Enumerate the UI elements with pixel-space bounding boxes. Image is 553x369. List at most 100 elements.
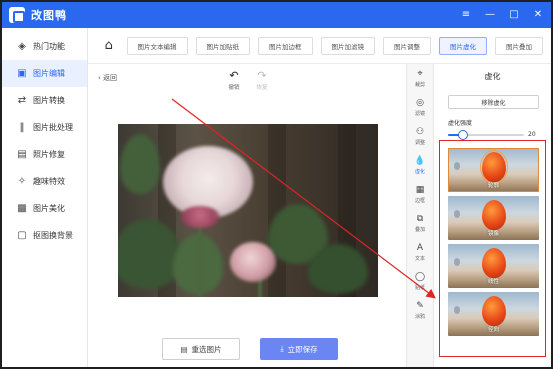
tool-adjust[interactable]: ⚇ 调整 (407, 122, 433, 151)
sidebar-item-convert[interactable]: ⇄ 图片转换 (2, 87, 87, 114)
doodle-icon: ✎ (416, 301, 424, 311)
tool-doodle[interactable]: ✎ 涂鸦 (407, 296, 433, 325)
crop-icon: ⌖ (417, 69, 423, 79)
remove-blur-button[interactable]: 移除虚化 (448, 95, 539, 109)
photo-peony-bud (230, 242, 276, 282)
tool-label: 调整 (414, 140, 425, 146)
reselect-image-button[interactable]: ▤ 重选图片 (162, 338, 240, 360)
menu-icon[interactable]: ≡ (459, 2, 473, 28)
effect-label: 径向 (487, 327, 499, 333)
photo-peony-base (180, 206, 220, 228)
effect-mirror[interactable]: 镜像 (448, 196, 539, 240)
fire-icon: ◈ (18, 41, 26, 52)
tab-filter[interactable]: 图片加滤镜 (320, 36, 375, 55)
tool-label: 文本 (414, 256, 425, 262)
download-icon: ⤓ (280, 344, 284, 353)
effect-thumb-balloon (482, 248, 506, 278)
tool-label: 边框 (414, 198, 425, 204)
tab-text-edit[interactable]: 图片文本编辑 (126, 36, 188, 55)
tab-overlay[interactable]: 图片叠加 (495, 36, 543, 55)
slider-thumb[interactable] (458, 130, 469, 140)
convert-icon: ⇄ (17, 95, 27, 106)
tab-frame[interactable]: 图片加边框 (258, 36, 313, 55)
cutout-icon: ▢ (17, 230, 27, 241)
blur-icon: 💧 (414, 156, 426, 166)
sidebar-item-hot[interactable]: ◈ 热门功能 (2, 33, 87, 60)
blur-panel: 虚化 移除虚化 虚化强度 20 轮廓 镜像 线性 径向 (434, 64, 551, 367)
effect-label: 镜像 (487, 231, 499, 237)
effect-thumb-ring (480, 150, 508, 184)
chevron-left-icon: ‹ (98, 74, 101, 82)
blur-strength-slider[interactable] (448, 130, 524, 140)
canvas-area: ‹ 返回 ↶ 撤销 ↷ 恢复 ▤ 重选图片 ⤓ 立即保存 (88, 64, 406, 367)
redo-button[interactable]: ↷ 恢复 (253, 69, 271, 91)
blur-strength-label: 虚化强度 (448, 120, 473, 127)
reselect-label: 重选图片 (191, 344, 222, 354)
sidebar-item-cutout[interactable]: ▢ 抠图换背景 (2, 222, 87, 249)
save-button[interactable]: ⤓ 立即保存 (260, 338, 338, 360)
sidebar: ◈ 热门功能 ▣ 图片编辑 ⇄ 图片转换 ‖ 图片批处理 ▤ 照片修复 ✧ 趣味… (2, 28, 88, 367)
tool-label: 贴纸 (414, 285, 425, 291)
back-link[interactable]: ‹ 返回 (98, 73, 117, 83)
tool-sticker[interactable]: ◯ 贴纸 (407, 267, 433, 296)
image-icon: ▤ (180, 344, 188, 354)
tool-strip: ⌖ 裁剪 ◎ 滤镜 ⚇ 调整 💧 虚化 ▦ 边框 ⧉ 叠加 A 文本 ◯ 贴纸 (406, 64, 434, 367)
tool-label: 裁剪 (414, 82, 425, 88)
sticker-icon: ◯ (414, 272, 426, 282)
effect-linear[interactable]: 线性 (448, 244, 539, 288)
photo-leaf (120, 134, 160, 194)
image-edit-icon: ▣ (17, 68, 27, 79)
tab-blur[interactable]: 图片虚化 (439, 36, 487, 55)
maximize-icon[interactable]: □ (507, 2, 521, 28)
overlay-icon: ⧉ (416, 214, 424, 224)
filter-icon: ◎ (416, 98, 424, 108)
title-bar: 改图鸭 ≡ — □ ✕ (2, 2, 551, 28)
effect-thumb-balloon (482, 296, 506, 326)
effect-contour[interactable]: 轮廓 (448, 148, 539, 192)
undo-button[interactable]: ↶ 撤销 (225, 69, 243, 91)
sidebar-item-image-edit[interactable]: ▣ 图片编辑 (2, 60, 87, 87)
home-icon[interactable]: ⌂ (101, 36, 117, 56)
sidebar-item-label: 热门功能 (33, 42, 65, 51)
back-label: 返回 (103, 74, 118, 82)
effect-thumb-small-balloon (454, 162, 460, 170)
minimize-icon[interactable]: — (483, 2, 497, 28)
blur-strength-value: 20 (528, 131, 536, 138)
tool-filter[interactable]: ◎ 滤镜 (407, 93, 433, 122)
tool-label: 叠加 (414, 227, 425, 233)
tab-adjust[interactable]: 图片调整 (383, 36, 431, 55)
app-logo-icon (9, 7, 25, 23)
close-icon[interactable]: ✕ (531, 2, 545, 28)
tab-sticker[interactable]: 图片加贴纸 (195, 36, 250, 55)
app-window: 改图鸭 ≡ — □ ✕ ◈ 热门功能 ▣ 图片编辑 ⇄ 图片转换 ‖ 图片批处理… (0, 0, 553, 369)
batch-icon: ‖ (19, 122, 25, 133)
tool-overlay[interactable]: ⧉ 叠加 (407, 209, 433, 238)
tool-crop[interactable]: ⌖ 裁剪 (407, 64, 433, 93)
tool-blur[interactable]: 💧 虚化 (407, 151, 433, 180)
save-label: 立即保存 (287, 344, 318, 354)
redo-icon: ↷ (257, 69, 267, 82)
sidebar-item-beautify[interactable]: ▩ 图片美化 (2, 195, 87, 222)
blur-effects-list: 轮廓 镜像 线性 径向 (439, 140, 546, 357)
effect-label: 轮廓 (487, 183, 499, 189)
repair-icon: ▤ (17, 149, 27, 160)
undo-icon: ↶ (229, 69, 239, 82)
tool-frame[interactable]: ▦ 边框 (407, 180, 433, 209)
sidebar-item-label: 图片批处理 (33, 123, 73, 132)
effect-radial[interactable]: 径向 (448, 292, 539, 336)
app-title: 改图鸭 (31, 9, 67, 22)
tool-label: 虚化 (414, 169, 425, 175)
effect-thumb-small-balloon (454, 306, 460, 314)
sidebar-item-batch[interactable]: ‖ 图片批处理 (2, 114, 87, 141)
tool-label: 涂鸦 (414, 314, 425, 320)
tool-text[interactable]: A 文本 (407, 238, 433, 267)
effects-icon: ✧ (17, 176, 27, 187)
sidebar-item-effects[interactable]: ✧ 趣味特效 (2, 168, 87, 195)
text-icon: A (416, 243, 424, 253)
sidebar-item-repair[interactable]: ▤ 照片修复 (2, 141, 87, 168)
sidebar-item-label: 抠图换背景 (33, 231, 73, 240)
tool-tabs: ⌂ 图片文本编辑 图片加贴纸 图片加边框 图片加滤镜 图片调整 图片虚化 图片叠… (88, 28, 551, 64)
frame-icon: ▦ (415, 185, 425, 195)
sidebar-item-label: 图片美化 (33, 204, 65, 213)
sidebar-item-label: 趣味特效 (33, 177, 65, 186)
